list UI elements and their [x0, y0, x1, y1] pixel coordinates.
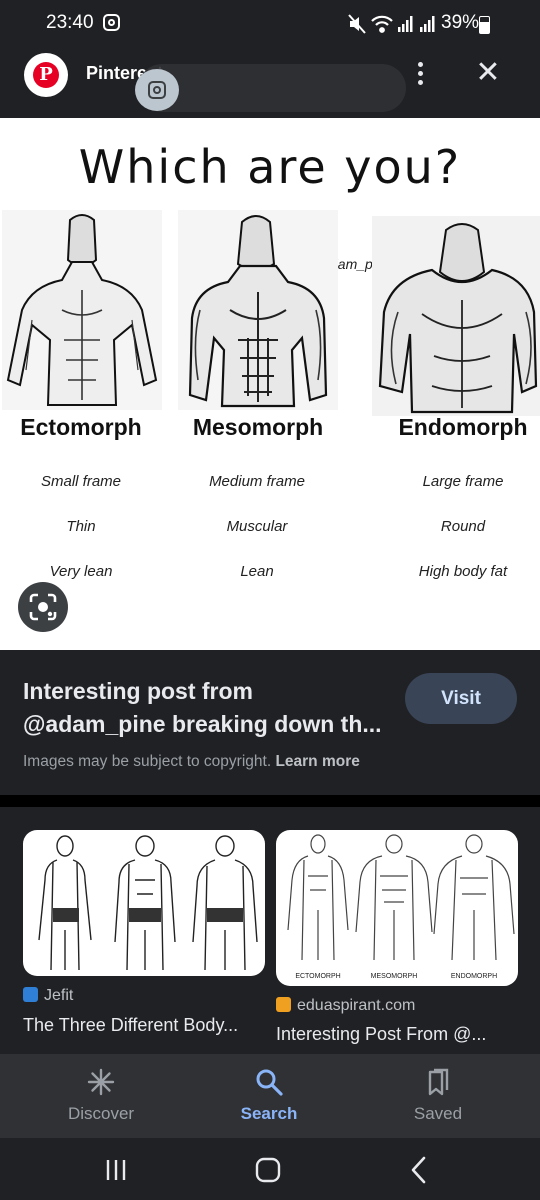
body-types-thumbnail — [38, 835, 258, 971]
related-images: ECTOMORPH MESOMORPH ENDOMORPH Jefit The … — [0, 807, 540, 1054]
status-bar: 23:40 39% — [0, 0, 540, 50]
image-title: Which are you? — [78, 140, 462, 194]
related-image-jefit[interactable] — [23, 830, 265, 976]
related-source[interactable]: eduaspirant.com — [276, 997, 415, 1015]
endomorph-figure — [372, 216, 540, 416]
source-name: eduaspirant.com — [297, 997, 416, 1014]
ectomorph-figure — [2, 210, 162, 410]
lens-icon — [29, 593, 57, 621]
endomorph-label: Endomorph — [398, 414, 528, 440]
close-icon[interactable]: ✕ — [474, 58, 502, 88]
visit-button[interactable]: Visit — [405, 673, 517, 724]
more-options-button[interactable] — [408, 58, 432, 90]
nav-label: Search — [240, 1104, 298, 1123]
mute-icon — [348, 14, 366, 34]
endomorph-trait: Round — [440, 518, 486, 535]
description-line: Interesting post from — [23, 678, 254, 704]
system-navigation — [0, 1138, 540, 1200]
battery-percent: 39% — [441, 12, 480, 33]
description-line: @adam_pine breaking down th... — [23, 711, 382, 737]
ectomorph-trait: Very lean — [49, 563, 113, 580]
ectomorph-label: Ectomorph — [20, 414, 142, 440]
bookmarks-icon — [428, 1068, 449, 1096]
copyright-text: Images may be subject to copyright. — [23, 753, 272, 770]
main-image[interactable]: Which are you? @adam_pine Ectomorph Meso… — [0, 118, 540, 650]
related-source[interactable]: Jefit — [23, 987, 73, 1005]
status-time: 23:40 — [46, 12, 94, 33]
mesomorph-figure — [178, 210, 338, 410]
mesomorph-trait: Medium frame — [209, 473, 305, 490]
thumb-label: MESOMORPH — [371, 973, 418, 980]
ectomorph-trait: Small frame — [40, 473, 122, 490]
nav-label: Discover — [67, 1104, 135, 1123]
thumb-label: ECTOMORPH — [295, 973, 340, 980]
battery-icon — [479, 16, 490, 34]
body-types-thumbnail: ECTOMORPH MESOMORPH ENDOMORPH — [287, 834, 515, 980]
ectomorph-trait: Thin — [66, 518, 96, 535]
instagram-notification-icon — [103, 14, 120, 31]
asterisk-icon — [87, 1068, 115, 1096]
mesomorph-label: Mesomorph — [192, 414, 324, 440]
image-description[interactable]: Interesting post from @adam_pine breakin… — [23, 675, 393, 741]
thumb-label: ENDOMORPH — [451, 973, 497, 980]
source-name: Jefit — [44, 987, 74, 1004]
endomorph-trait: Large frame — [422, 473, 504, 490]
related-title[interactable]: Interesting Post From @... — [276, 1024, 486, 1045]
related-title[interactable]: The Three Different Body... — [23, 1015, 238, 1036]
recent-apps-icon[interactable] — [100, 1154, 132, 1186]
nav-label: Saved — [413, 1104, 463, 1123]
instagram-icon — [148, 81, 166, 99]
search-icon — [256, 1069, 283, 1096]
image-info-panel: Interesting post from @adam_pine breakin… — [0, 650, 540, 795]
instagram-bubble[interactable] — [135, 69, 179, 111]
nav-discover[interactable]: Discover — [26, 1054, 176, 1138]
jefit-favicon — [23, 987, 38, 1002]
mesomorph-trait: Muscular — [226, 518, 288, 535]
endomorph-trait: High body fat — [418, 563, 508, 580]
copyright-notice: Images may be subject to copyright. Lear… — [23, 753, 360, 771]
lens-button[interactable] — [18, 582, 68, 632]
related-image-eduaspirant[interactable]: ECTOMORPH MESOMORPH ENDOMORPH — [276, 830, 518, 986]
pinterest-logo[interactable]: P — [24, 53, 68, 97]
section-divider — [0, 795, 540, 807]
mesomorph-trait: Lean — [240, 563, 274, 580]
eduaspirant-favicon — [276, 997, 291, 1012]
learn-more-link[interactable]: Learn more — [275, 753, 359, 770]
nav-search[interactable]: Search — [194, 1054, 344, 1138]
signal-icon — [398, 16, 435, 32]
nav-saved[interactable]: Saved — [363, 1054, 513, 1138]
bottom-navigation: Discover Search Saved — [0, 1054, 540, 1138]
wifi-icon — [371, 15, 393, 33]
back-icon[interactable] — [404, 1154, 436, 1186]
home-icon[interactable] — [252, 1154, 284, 1186]
page-header: P Pinterest ✕ — [0, 50, 540, 112]
